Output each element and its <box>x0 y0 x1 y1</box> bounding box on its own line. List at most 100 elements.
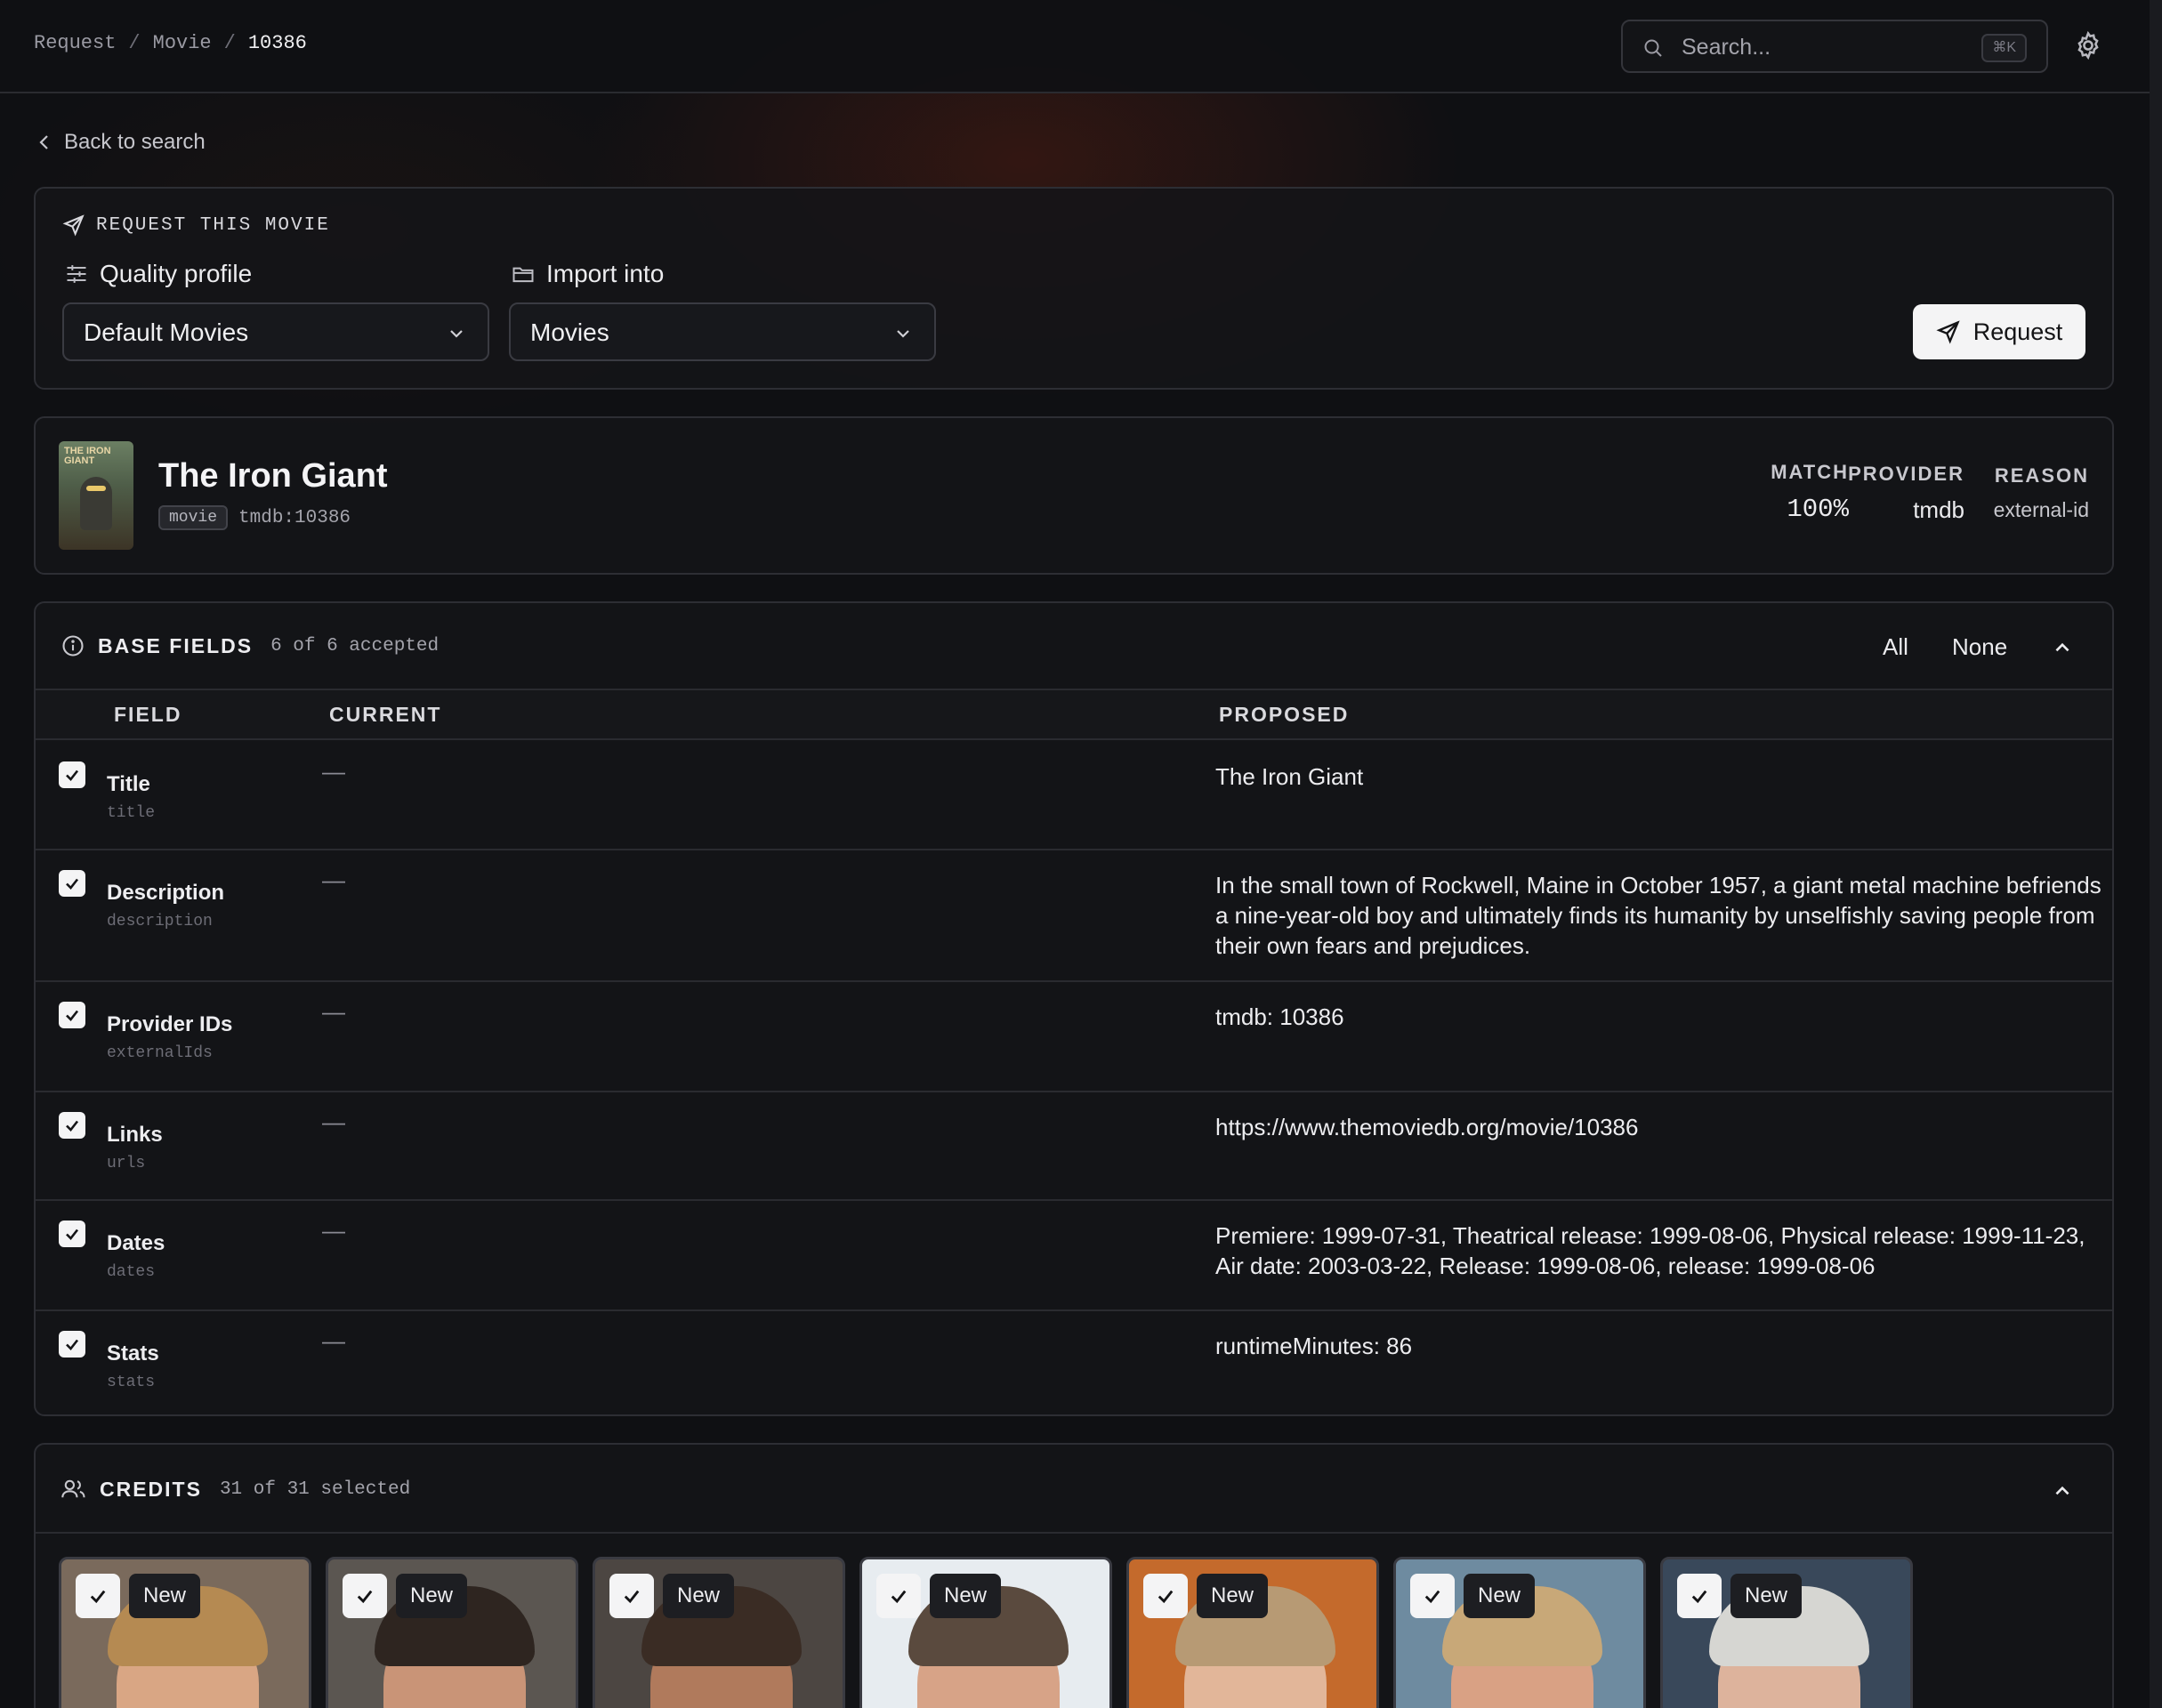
page-scrollbar[interactable] <box>2150 0 2162 1708</box>
import-into-value: Movies <box>530 318 609 346</box>
folder-icon <box>511 262 536 286</box>
field-current-value: — <box>322 1327 345 1354</box>
select-all-button[interactable]: All <box>1883 633 1908 661</box>
check-icon <box>63 1116 81 1134</box>
request-button-label: Request <box>1972 318 2063 345</box>
chevron-up-icon[interactable] <box>2052 1480 2073 1502</box>
import-into-label: Import into <box>511 260 664 288</box>
top-bar: Request / Movie / 10386 ⌘K <box>0 0 2150 93</box>
credit-checkbox[interactable] <box>343 1574 387 1618</box>
search-input[interactable] <box>1682 30 1966 64</box>
credit-card[interactable]: New <box>1393 1557 1646 1708</box>
credit-card[interactable]: New <box>1126 1557 1379 1708</box>
import-into-select[interactable]: Movies <box>509 302 936 361</box>
check-icon <box>888 1585 909 1607</box>
request-button[interactable]: Request <box>1913 304 2085 359</box>
field-checkbox[interactable] <box>59 1331 85 1358</box>
check-icon <box>1422 1585 1443 1607</box>
field-current-value: — <box>322 1217 345 1244</box>
column-header-current: CURRENT <box>329 703 442 726</box>
back-label: Back to search <box>64 130 206 154</box>
credit-checkbox[interactable] <box>1410 1574 1455 1618</box>
quality-profile-select[interactable]: Default Movies <box>62 302 489 361</box>
new-badge: New <box>1464 1574 1536 1618</box>
check-icon <box>63 1335 81 1353</box>
check-icon <box>621 1585 642 1607</box>
breadcrumb-item-request[interactable]: Request <box>34 32 116 54</box>
breadcrumb-item-movie[interactable]: Movie <box>153 32 212 54</box>
credits-title-text: CREDITS <box>100 1477 202 1501</box>
search-icon <box>1642 37 1664 59</box>
field-current-value: — <box>322 998 345 1025</box>
check-icon <box>354 1585 375 1607</box>
movie-tags: movie tmdb:10386 <box>158 505 351 530</box>
field-name: Stats <box>107 1341 159 1366</box>
match-value: 100% <box>1787 495 1849 524</box>
field-proposed-value: In the small town of Rockwell, Maine in … <box>1215 872 2101 959</box>
quality-profile-label: Quality profile <box>64 260 252 288</box>
table-row: Provider IDs externalIds — tmdb: 10386 <box>36 982 2112 1092</box>
base-fields-header: BASE FIELDS 6 of 6 accepted All None <box>36 603 2112 690</box>
table-row: Stats stats — runtimeMinutes: 86 <box>36 1311 2112 1420</box>
reason-value: external-id <box>1993 498 2089 521</box>
check-icon <box>63 1006 81 1024</box>
match-label: MATCH <box>1771 461 1849 483</box>
poster-robot-shape <box>80 477 112 530</box>
field-proposed-value: https://www.themoviedb.org/movie/10386 <box>1215 1114 1639 1140</box>
check-icon <box>63 766 81 784</box>
send-icon <box>62 214 85 237</box>
credit-checkbox[interactable] <box>1677 1574 1722 1618</box>
credit-card[interactable]: New <box>59 1557 311 1708</box>
field-checkbox[interactable] <box>59 870 85 897</box>
field-checkbox[interactable] <box>59 1112 85 1139</box>
poster-title-text: THE IRON GIANT <box>64 446 111 466</box>
field-key: externalIds <box>107 1044 213 1062</box>
credit-checkbox[interactable] <box>876 1574 921 1618</box>
field-checkbox[interactable] <box>59 761 85 788</box>
credit-checkbox[interactable] <box>1143 1574 1188 1618</box>
field-name: Provider IDs <box>107 1012 233 1036</box>
base-fields-count: 6 of 6 accepted <box>270 635 440 657</box>
field-name: Description <box>107 881 225 905</box>
field-checkbox[interactable] <box>59 1002 85 1028</box>
back-to-search-link[interactable]: Back to search <box>37 130 206 155</box>
chevron-up-icon[interactable] <box>2052 637 2073 658</box>
movie-title: The Iron Giant <box>158 457 388 495</box>
request-title-text: REQUEST THIS MOVIE <box>96 214 330 236</box>
reason-stat: REASON external-id <box>1994 464 2089 522</box>
table-row: Links urls — https://www.themoviedb.org/mov… <box>36 1092 2112 1201</box>
table-header: FIELD CURRENT PROPOSED <box>36 690 2112 740</box>
credits-count: 31 of 31 selected <box>219 1478 411 1500</box>
field-proposed-value: Premiere: 1999-07-31, Theatrical release… <box>1215 1222 2085 1279</box>
movie-id: tmdb:10386 <box>238 507 351 528</box>
credit-card[interactable]: New <box>859 1557 1112 1708</box>
request-panel: REQUEST THIS MOVIE Quality profile Defau… <box>34 187 2114 390</box>
field-current-value: — <box>322 1108 345 1135</box>
new-badge: New <box>1197 1574 1269 1618</box>
credit-checkbox[interactable] <box>609 1574 654 1618</box>
field-checkbox[interactable] <box>59 1221 85 1247</box>
column-header-field: FIELD <box>114 703 182 726</box>
credits-title: CREDITS 31 of 31 selected <box>61 1477 410 1502</box>
credit-card[interactable]: New <box>593 1557 845 1708</box>
column-header-proposed: PROPOSED <box>1219 703 1350 726</box>
base-fields-title: BASE FIELDS 6 of 6 accepted <box>61 633 439 658</box>
gear-icon[interactable] <box>2073 30 2103 60</box>
new-badge: New <box>930 1574 1002 1618</box>
provider-value: tmdb <box>1913 496 1964 523</box>
check-icon <box>1689 1585 1710 1607</box>
check-icon <box>1155 1585 1176 1607</box>
request-panel-title: REQUEST THIS MOVIE <box>62 214 330 237</box>
credit-card[interactable]: New <box>326 1557 578 1708</box>
chevron-down-icon <box>447 324 466 343</box>
field-name: Dates <box>107 1231 165 1255</box>
credit-checkbox[interactable] <box>76 1574 120 1618</box>
credit-card[interactable]: New <box>1660 1557 1913 1708</box>
field-proposed-value: tmdb: 10386 <box>1215 1003 1344 1030</box>
quality-profile-value: Default Movies <box>84 318 249 346</box>
field-key: dates <box>107 1263 156 1281</box>
new-badge: New <box>129 1574 201 1618</box>
match-stat: MATCH 100% <box>1771 461 1849 524</box>
search-box[interactable]: ⌘K <box>1621 20 2048 73</box>
select-none-button[interactable]: None <box>1952 633 2007 661</box>
